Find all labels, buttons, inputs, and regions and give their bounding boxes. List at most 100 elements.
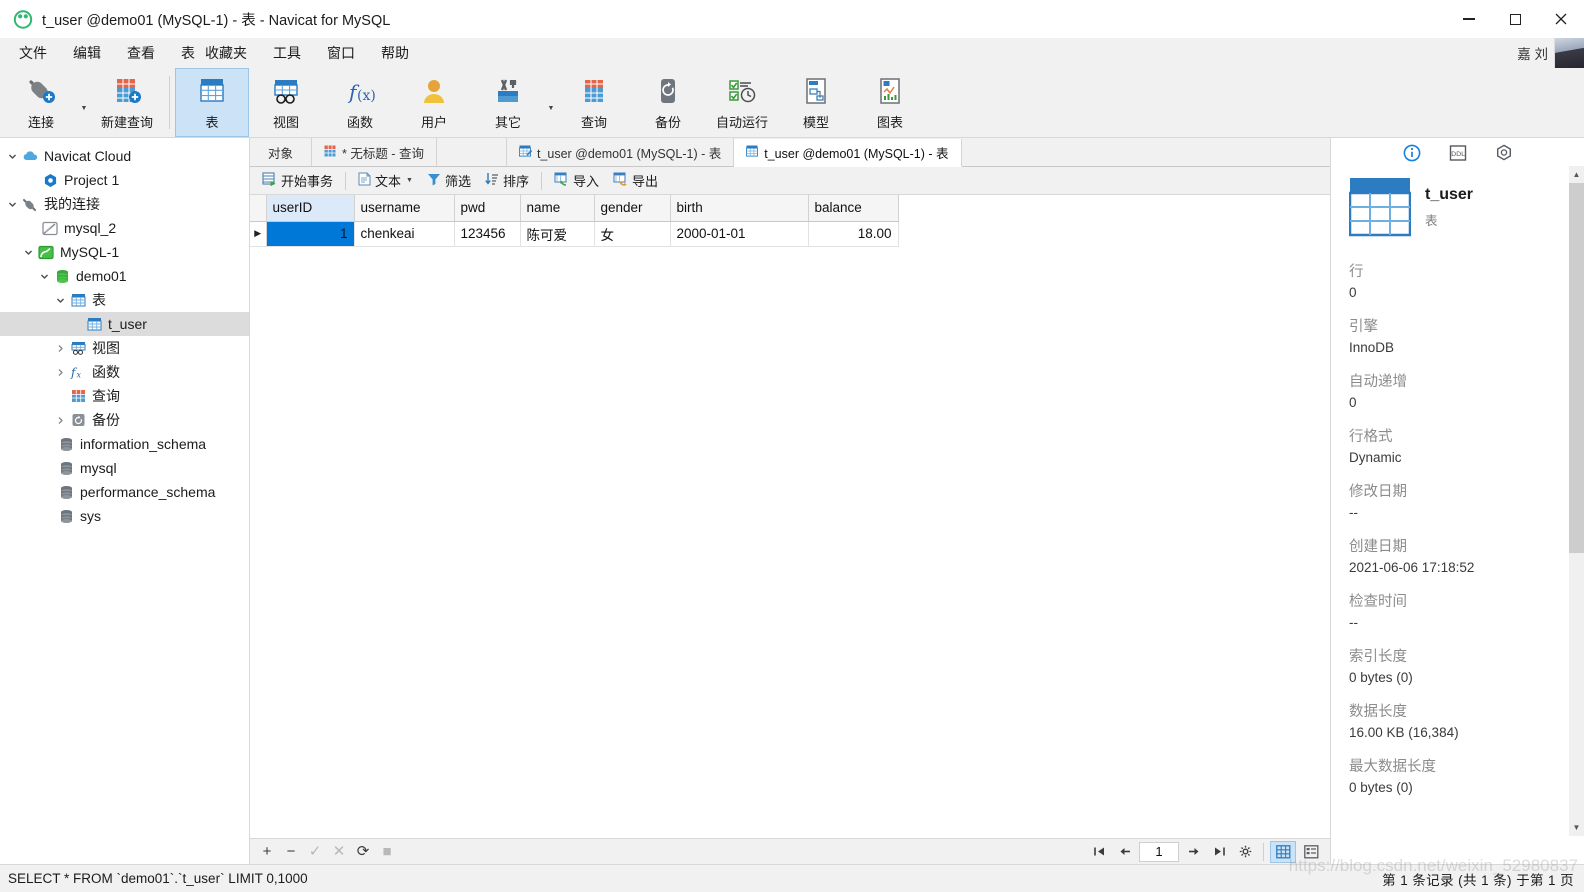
other-dropdown-caret-icon[interactable]: ▼ [545,68,557,137]
chevron-down-icon[interactable] [4,200,20,209]
next-page-button[interactable] [1181,841,1205,863]
toolbar-user-button[interactable]: 用户 [397,68,471,137]
sidebar-item-project-1[interactable]: Project 1 [0,168,249,192]
tab-table-data[interactable]: t_user @demo01 (MySQL-1) - 表 [734,139,962,167]
chevron-right-icon[interactable] [52,368,68,377]
table-row[interactable]: ▶ 1 chenkeai 123456 陈可爱 女 2000-01-01 18.… [250,221,899,247]
sort-button[interactable]: 排序 [479,170,535,192]
sidebar-item-queries-folder[interactable]: 查询 [0,384,249,408]
begin-transaction-button[interactable]: 开始事务 [256,170,339,192]
column-header-name[interactable]: name [520,195,595,222]
column-header-userID[interactable]: userID [266,195,355,222]
toolbar-table-button[interactable]: 表 [175,68,249,137]
sidebar-item-mysql-2[interactable]: mysql_2 [0,216,249,240]
sidebar-item-views-folder[interactable]: 视图 [0,336,249,360]
add-record-button[interactable]: + [256,841,278,863]
toolbar-view-button[interactable]: 视图 [249,68,323,137]
form-view-toggle[interactable] [1298,841,1324,863]
apply-change-button[interactable]: ✓ [304,841,326,863]
chevron-down-icon[interactable] [36,272,52,281]
ddl-icon[interactable]: DDL [1448,143,1468,163]
column-header-pwd[interactable]: pwd [454,195,521,222]
user-area[interactable]: 嘉 刘 [1517,38,1584,68]
column-header-gender[interactable]: gender [594,195,671,222]
scroll-up-arrow-icon[interactable]: ▲ [1569,166,1584,183]
menu-tools[interactable]: 工具 [260,39,314,67]
chevron-down-icon[interactable] [20,248,36,257]
cell-birth[interactable]: 2000-01-01 [670,221,809,247]
refresh-button[interactable]: ⟳ [352,841,374,863]
cell-name[interactable]: 陈可爱 [520,221,595,247]
close-button[interactable] [1538,0,1584,38]
toolbar-new-query-button[interactable]: 新建查询 [90,68,164,137]
chevron-right-icon[interactable] [52,344,68,353]
delete-record-button[interactable]: − [280,841,302,863]
sidebar-item-backups-folder[interactable]: 备份 [0,408,249,432]
column-header-balance[interactable]: balance [808,195,899,222]
grid-view-toggle[interactable] [1270,840,1296,863]
sidebar-item-sys[interactable]: sys [0,504,249,528]
scroll-down-arrow-icon[interactable]: ▼ [1569,819,1584,836]
toolbar-automation-button[interactable]: 自动运行 [705,68,779,137]
sidebar-item-mysql-1[interactable]: MySQL-1 [0,240,249,264]
chevron-down-icon[interactable] [4,152,20,161]
menu-file[interactable]: 文件 [6,39,60,67]
chevron-down-icon[interactable] [52,296,68,305]
column-header-birth[interactable]: birth [670,195,809,222]
hexagon-gear-icon[interactable] [1494,143,1514,163]
filter-button[interactable]: 筛选 [421,170,477,192]
toolbar-chart-button[interactable]: 图表 [853,68,927,137]
menu-table[interactable]: 表 [168,39,200,67]
first-page-button[interactable] [1087,841,1111,863]
sidebar-item-my-connections[interactable]: 我的连接 [0,192,249,216]
tab-objects[interactable]: 对象 [250,138,312,166]
cell-pwd[interactable]: 123456 [454,221,521,247]
toolbar-function-button[interactable]: f (x) 函数 [323,68,397,137]
menu-edit[interactable]: 编辑 [60,39,114,67]
column-header-username[interactable]: username [354,195,455,222]
cell-balance[interactable]: 18.00 [808,221,899,247]
toolbar-connection-button[interactable]: 连接 [4,68,78,137]
info-circle-icon[interactable] [1402,143,1422,163]
sidebar-item-information-schema[interactable]: information_schema [0,432,249,456]
sidebar-item-t-user[interactable]: t_user [0,312,249,336]
cell-userID[interactable]: 1 [266,221,355,247]
avatar[interactable] [1554,38,1584,68]
scrollbar-thumb[interactable] [1569,183,1584,553]
tab-untitled-query[interactable]: * 无标题 - 查询 [312,138,437,166]
toolbar-query-button[interactable]: 查询 [557,68,631,137]
cell-username[interactable]: chenkeai [354,221,455,247]
import-button[interactable]: 导入 [548,170,605,192]
sidebar-item-mysql[interactable]: mysql [0,456,249,480]
cancel-change-button[interactable]: ✕ [328,841,350,863]
prev-page-button[interactable] [1113,841,1137,863]
export-button[interactable]: 导出 [607,170,664,192]
cell-gender[interactable]: 女 [594,221,671,247]
text-button[interactable]: 文本 ▼ [352,170,419,192]
minimize-button[interactable] [1446,0,1492,38]
menu-window[interactable]: 窗口 [314,39,368,67]
menu-view[interactable]: 查看 [114,39,168,67]
info-panel-scrollbar[interactable]: ▲ ▼ [1569,166,1584,836]
data-grid-container[interactable]: userID username pwd name gender birth ba… [250,195,1330,838]
sidebar-item-tables-folder[interactable]: 表 [0,288,249,312]
page-number-input[interactable] [1139,841,1179,862]
sidebar-item-performance-schema[interactable]: performance_schema [0,480,249,504]
menu-help[interactable]: 帮助 [368,39,422,67]
sidebar-item-functions-folder[interactable]: fx 函数 [0,360,249,384]
menu-favorites[interactable]: 收藏夹 [200,39,260,67]
database-green-icon [52,269,72,284]
gear-icon[interactable] [1233,841,1257,863]
text-dropdown-caret-icon[interactable]: ▼ [406,177,413,184]
last-page-button[interactable] [1207,841,1231,863]
stop-button[interactable]: ■ [376,841,398,863]
toolbar-backup-button[interactable]: 备份 [631,68,705,137]
tab-table-design[interactable]: t_user @demo01 (MySQL-1) - 表 [506,138,735,166]
chevron-right-icon[interactable] [52,416,68,425]
connection-dropdown-caret-icon[interactable]: ▼ [78,68,90,137]
toolbar-other-button[interactable]: 其它 [471,68,545,137]
maximize-button[interactable] [1492,0,1538,38]
toolbar-model-button[interactable]: 模型 [779,68,853,137]
sidebar-item-navicat-cloud[interactable]: Navicat Cloud [0,144,249,168]
sidebar-item-demo01[interactable]: demo01 [0,264,249,288]
